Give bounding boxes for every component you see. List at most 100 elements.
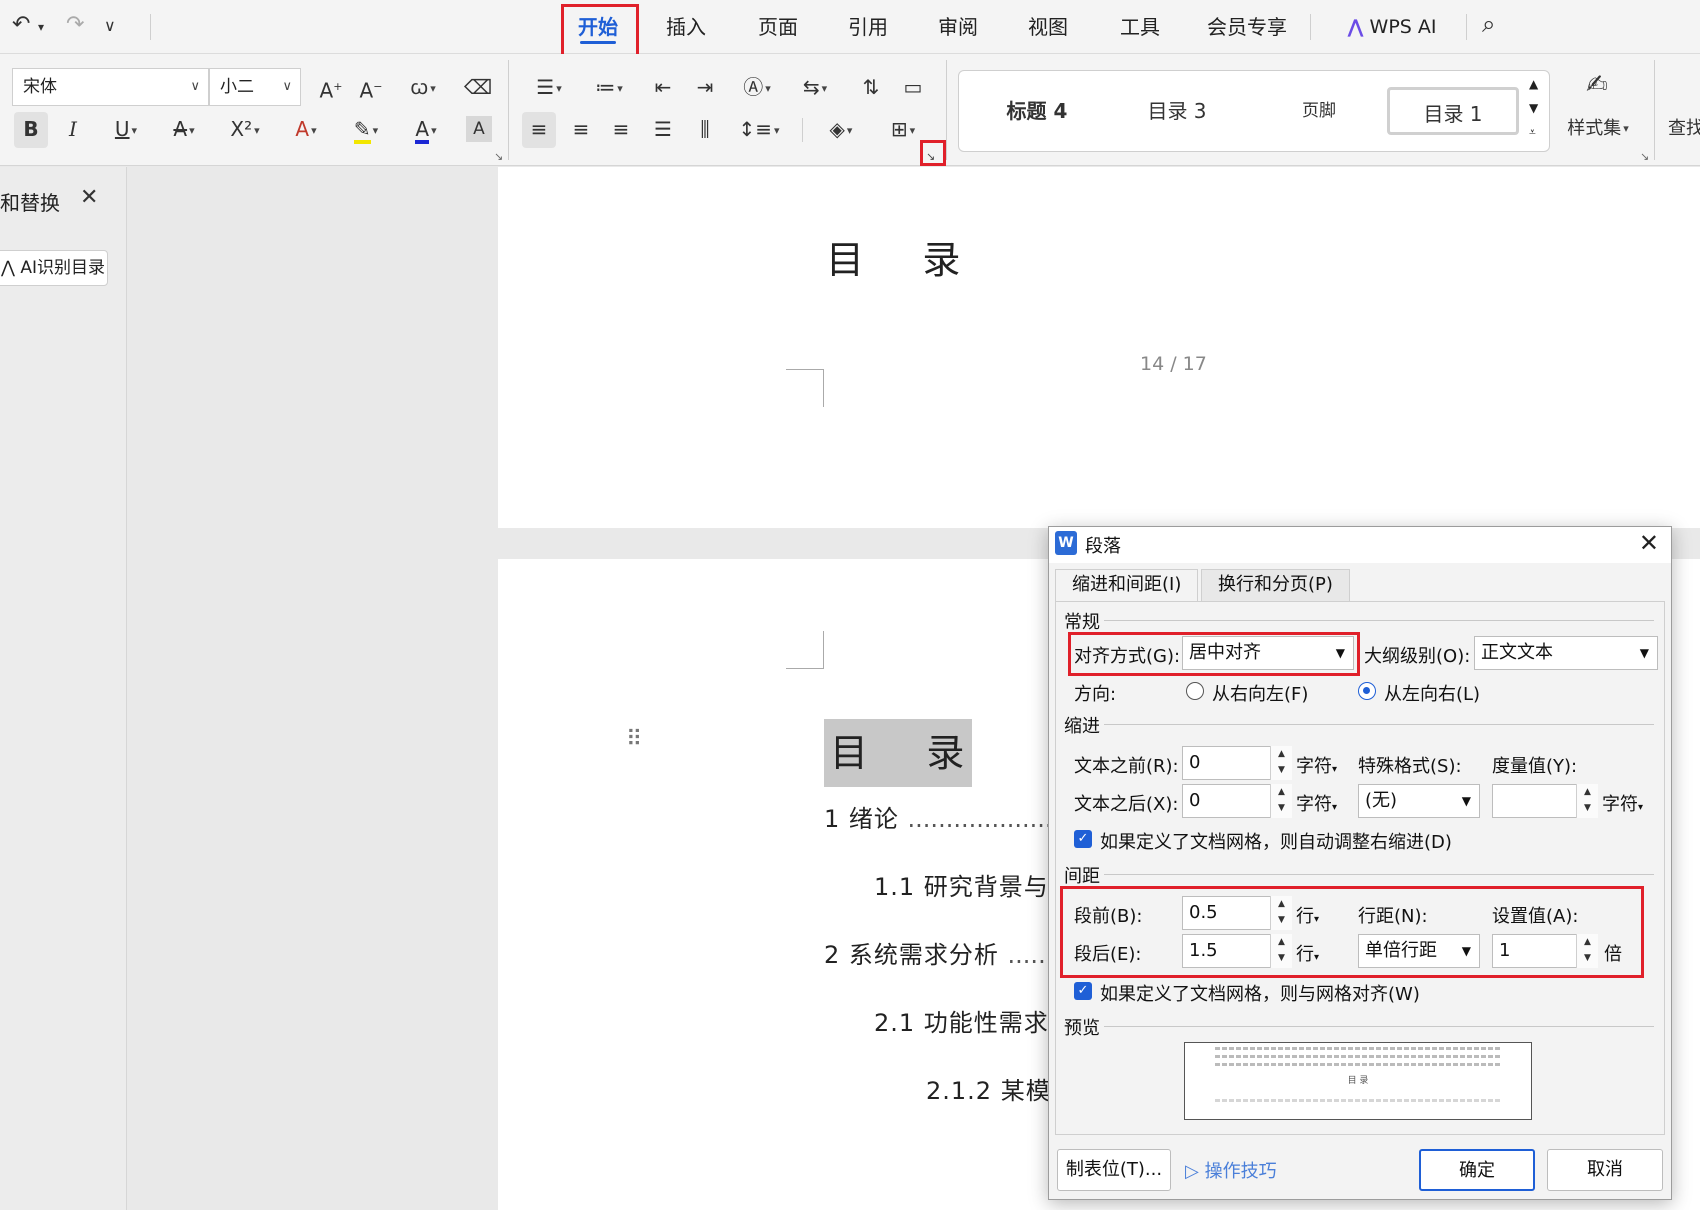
align-right-icon[interactable]: ≡ xyxy=(606,112,636,146)
superscript-button[interactable]: X² ▾ xyxy=(222,112,268,146)
character-shading-icon[interactable]: A xyxy=(466,116,492,142)
outline-level-label: 大纲级别(O): xyxy=(1364,646,1471,667)
close-icon[interactable]: ✕ xyxy=(80,185,98,210)
tab-wps-ai[interactable]: ⋀ WPS AI xyxy=(1330,0,1454,54)
sort-convert-icon[interactable]: ⇆ ▾ xyxy=(794,70,836,104)
style-toc-1[interactable]: 目录 1 xyxy=(1387,87,1519,135)
setting-value-spinner[interactable]: ▲ ▼ xyxy=(1576,934,1598,968)
dialog-titlebar[interactable]: W 段落 ✕ xyxy=(1049,527,1671,563)
cancel-button[interactable]: 取消 xyxy=(1547,1149,1663,1191)
special-format-select[interactable]: (无) ▼ xyxy=(1358,784,1480,818)
toc-heading-selected[interactable]: 目 录 xyxy=(824,719,973,787)
style-set-button[interactable]: 样式集 ▾ xyxy=(1556,112,1640,146)
rtl-radio[interactable] xyxy=(1186,682,1204,700)
undo-icon[interactable]: ↶ xyxy=(12,12,30,37)
increase-indent-icon[interactable]: ⇥ xyxy=(690,70,720,104)
tab-page[interactable]: 页面 xyxy=(744,0,812,54)
align-left-icon[interactable]: ≡ xyxy=(522,112,556,148)
tab-member[interactable]: 会员专享 xyxy=(1196,0,1298,54)
style-heading-4[interactable]: 标题 4 xyxy=(971,87,1103,135)
tab-line-page-breaks[interactable]: 换行和分页(P) xyxy=(1201,569,1350,601)
text-direction-icon[interactable]: Ⓐ ▾ xyxy=(734,70,780,104)
alignment-label: 对齐方式(G): xyxy=(1074,646,1181,667)
space-after-unit[interactable]: 行▾ xyxy=(1296,940,1319,966)
font-dialog-launcher-icon[interactable]: ↘ xyxy=(494,150,503,163)
font-name-select[interactable]: 宋体 ∨ xyxy=(12,68,209,106)
font-color-icon[interactable]: A ▾ xyxy=(404,112,448,146)
tab-start[interactable]: 开始 xyxy=(566,0,630,54)
section-general-label: 常规 xyxy=(1064,612,1100,633)
alignment-select[interactable]: 居中对齐 ▼ xyxy=(1182,636,1354,670)
space-before-spinner[interactable]: ▲ ▼ xyxy=(1270,896,1292,930)
indent-before-spinner[interactable]: ▲ ▼ xyxy=(1270,746,1292,780)
indent-after-spinner[interactable]: ▲ ▼ xyxy=(1270,784,1292,818)
line-spacing-icon[interactable]: ↕≡ ▾ xyxy=(736,112,782,146)
preview-line xyxy=(1215,1055,1501,1058)
ok-button[interactable]: 确定 xyxy=(1419,1149,1535,1191)
snap-grid-label: 如果定义了文档网格，则与网格对齐(W) xyxy=(1100,984,1420,1005)
space-after-spinner[interactable]: ▲ ▼ xyxy=(1270,934,1292,968)
tab-tools[interactable]: 工具 xyxy=(1104,0,1176,54)
space-before-label: 段前(B): xyxy=(1074,906,1143,927)
shading-fill-icon[interactable]: ◈ ▾ xyxy=(818,112,864,146)
highlight-color-icon[interactable]: ✎ ▾ xyxy=(344,112,388,146)
measure-unit[interactable]: 字符▾ xyxy=(1602,790,1643,816)
measure-spinner[interactable]: ▲ ▼ xyxy=(1576,784,1598,818)
tab-indent-spacing[interactable]: 缩进和间距(I) xyxy=(1055,569,1199,601)
italic-button[interactable]: I xyxy=(58,112,88,146)
gallery-scroll-up-icon[interactable]: ▲ xyxy=(1529,77,1538,91)
chevron-down-icon[interactable]: ∨ xyxy=(104,16,116,35)
shrink-font-icon[interactable]: A− xyxy=(356,70,386,104)
eraser-icon[interactable]: ⌫ xyxy=(462,70,494,104)
distributed-align-icon[interactable]: ⫼ xyxy=(690,112,720,146)
show-marks-icon[interactable]: ▭ xyxy=(898,70,928,104)
tab-reference[interactable]: 引用 xyxy=(834,0,902,54)
gallery-scroll-down-icon[interactable]: ▼ xyxy=(1529,101,1538,115)
phonetic-guide-icon[interactable]: ꞷ ▾ xyxy=(400,70,446,104)
styles-launcher-icon[interactable]: ↘ xyxy=(1640,150,1649,163)
tab-insert[interactable]: 插入 xyxy=(652,0,720,54)
section-spacing-label: 间距 xyxy=(1064,866,1100,887)
decrease-indent-icon[interactable]: ⇤ xyxy=(648,70,678,104)
style-footer[interactable]: 页脚 xyxy=(1253,87,1385,135)
tab-review[interactable]: 审阅 xyxy=(924,0,992,54)
drag-handle-icon[interactable]: ⠿ xyxy=(626,727,642,752)
page-number: 14 / 17 xyxy=(1140,353,1207,375)
line-spacing-select[interactable]: 单倍行距 ▼ xyxy=(1358,934,1480,968)
outline-level-select[interactable]: 正文文本 ▼ xyxy=(1474,636,1658,670)
dialog-title: 段落 xyxy=(1085,536,1121,557)
bullet-list-icon[interactable]: ☰ ▾ xyxy=(528,70,570,104)
style-set-icon[interactable]: ✍ xyxy=(1562,68,1632,102)
undo-dropdown-icon[interactable]: ▾ xyxy=(38,20,44,34)
strikethrough-button[interactable]: A ▾ xyxy=(162,112,206,146)
tab-stops-button[interactable]: 制表位(T)... xyxy=(1057,1149,1171,1191)
space-before-unit[interactable]: 行▾ xyxy=(1296,902,1319,928)
auto-adjust-checkbox[interactable]: ✓ xyxy=(1074,830,1092,848)
close-icon[interactable]: ✕ xyxy=(1639,529,1659,557)
numbered-list-icon[interactable]: ≔ ▾ xyxy=(588,70,630,104)
search-icon[interactable]: ⌕ xyxy=(1482,10,1495,38)
indent-after-unit[interactable]: 字符▾ xyxy=(1296,790,1337,816)
strikethrough-label: A xyxy=(173,117,188,141)
font-size-select[interactable]: 小二 ∨ xyxy=(209,68,301,106)
indent-after-value: 0 xyxy=(1189,790,1201,811)
bold-button[interactable]: B xyxy=(14,112,48,148)
text-effect-icon[interactable]: A ▾ xyxy=(284,112,328,146)
style-toc-3[interactable]: 目录 3 xyxy=(1111,87,1243,135)
redo-icon[interactable]: ↷ xyxy=(66,12,84,37)
sort-icon[interactable]: ⇅ xyxy=(856,70,886,104)
underline-button[interactable]: U ▾ xyxy=(104,112,148,146)
align-center-icon[interactable]: ≡ xyxy=(566,112,596,146)
tips-link[interactable]: ▷ 操作技巧 xyxy=(1185,1157,1277,1183)
paragraph-dialog-launcher-icon[interactable]: ↘ xyxy=(926,150,935,163)
justify-icon[interactable]: ☰ xyxy=(648,112,678,146)
find-button[interactable]: 查找 xyxy=(1668,112,1700,146)
indent-before-unit[interactable]: 字符▾ xyxy=(1296,752,1337,778)
grow-font-icon[interactable]: A+ xyxy=(316,70,346,104)
tab-view[interactable]: 视图 xyxy=(1014,0,1082,54)
border-icon[interactable]: ⊞ ▾ xyxy=(880,112,926,146)
snap-grid-checkbox[interactable]: ✓ xyxy=(1074,982,1092,1000)
gallery-expand-icon[interactable]: ⩡ xyxy=(1529,125,1536,140)
ai-recognize-toc-button[interactable]: ⋀ AI识别目录 xyxy=(0,250,108,286)
ltr-radio[interactable] xyxy=(1358,682,1376,700)
